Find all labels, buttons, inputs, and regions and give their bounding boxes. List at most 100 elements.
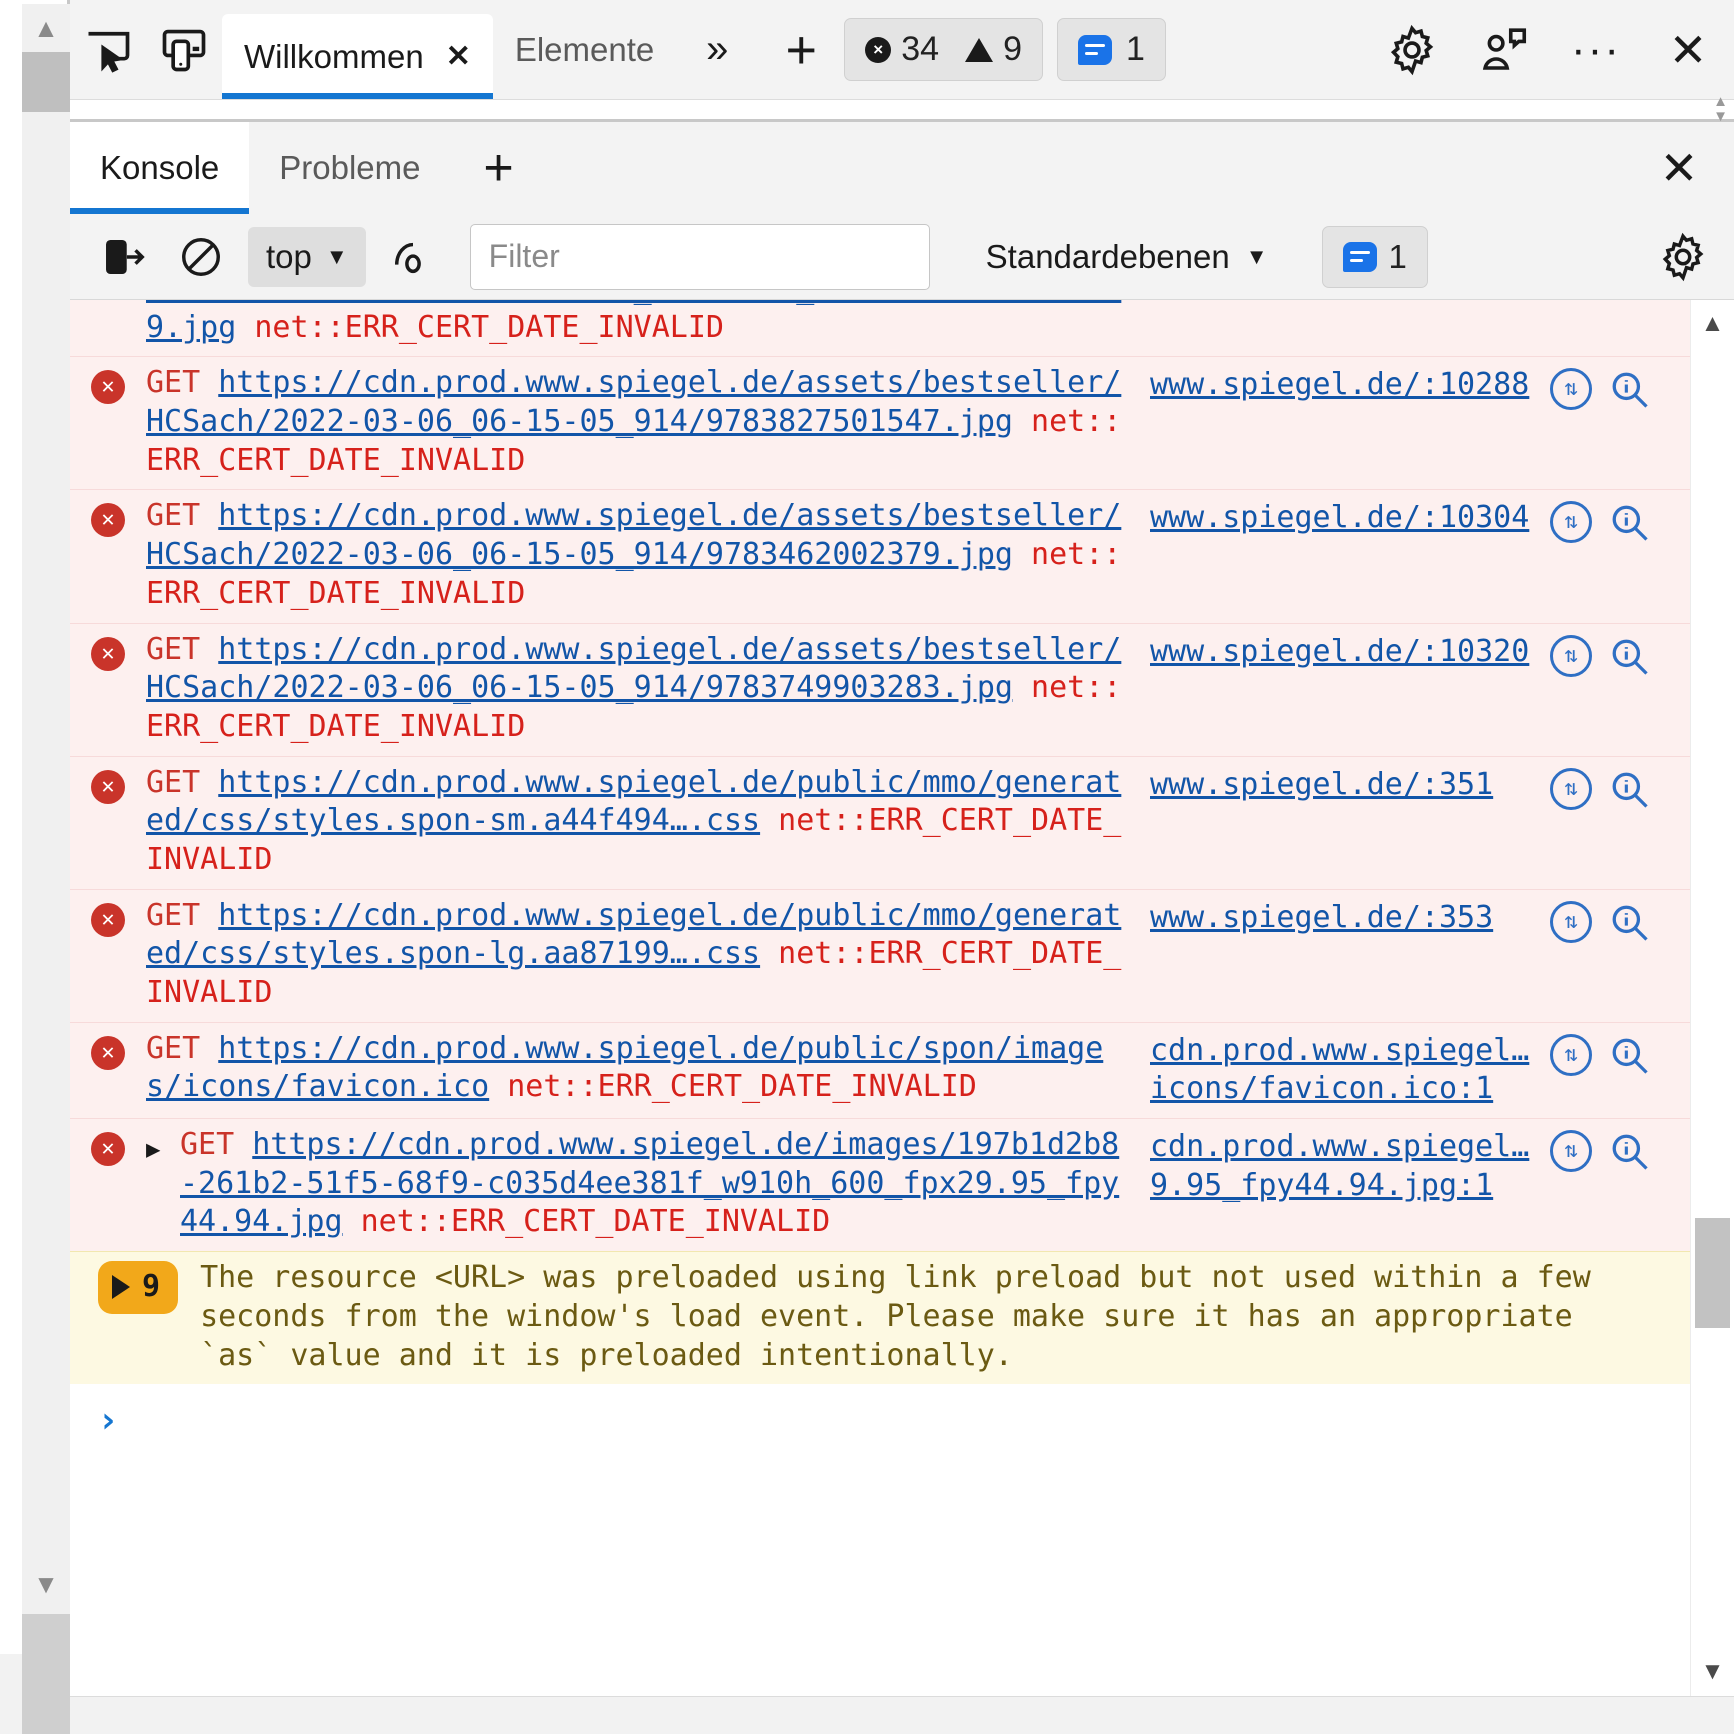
inspect-magnifier-icon[interactable] [1608, 768, 1652, 812]
more-options-icon[interactable]: ··· [1550, 25, 1642, 75]
console-log-scroll[interactable]: estseller/HCSach/2022-03-06_06-15-05_914… [70, 300, 1690, 1696]
network-arrows-icon[interactable]: ⇅ [1550, 368, 1592, 411]
clear-console-icon[interactable] [96, 228, 154, 286]
inspect-magnifier-icon[interactable] [1608, 1130, 1652, 1174]
log-source-link[interactable]: www.spiegel.de/:10320 [1150, 634, 1529, 669]
log-url[interactable]: https://cdn.prod.www.spiegel.de/assets/b… [146, 365, 1121, 439]
message-bubble-icon [1342, 241, 1377, 272]
expand-triangle-icon[interactable]: ▶ [146, 1126, 180, 1165]
page-scroll-down-arrow[interactable]: ▼ [22, 1560, 70, 1608]
no-entry-icon[interactable] [172, 228, 230, 286]
log-level-value: Standardebenen [985, 237, 1230, 275]
log-entry-row[interactable]: ✕ GET https://cdn.prod.www.spiegel.de/pu… [70, 1021, 1690, 1119]
network-arrows-icon[interactable]: ⇅ [1550, 900, 1592, 943]
log-level-selector[interactable]: Standardebenen ▼ [974, 227, 1280, 287]
network-arrows-icon[interactable]: ⇅ [1550, 501, 1592, 544]
log-actions: ⇅ [1550, 764, 1690, 812]
network-arrows-icon[interactable]: ⇅ [1550, 1033, 1592, 1076]
log-url[interactable]: https://cdn.prod.www.spiegel.de/assets/b… [146, 632, 1121, 706]
inspect-magnifier-icon[interactable] [1608, 635, 1652, 679]
context-selector[interactable]: top ▼ [248, 226, 366, 287]
close-devtools-icon[interactable]: ✕ [1642, 23, 1734, 77]
tab-willkommen-close-icon[interactable]: ✕ [446, 41, 471, 72]
close-drawer-icon[interactable]: ✕ [1624, 122, 1734, 214]
separator-scroll-arrows[interactable]: ▲ ▼ [1713, 94, 1728, 124]
more-tabs-chevron-icon[interactable]: » [676, 0, 758, 99]
log-message: GET https://cdn.prod.www.spiegel.de/publ… [146, 764, 1150, 880]
error-icon-slot: ✕ [70, 364, 146, 405]
error-circle-icon: ✕ [91, 902, 125, 937]
console-message-count-badge[interactable]: 1 [1321, 225, 1428, 288]
log-entry-row[interactable]: ✕ GET https://cdn.prod.www.spiegel.de/pu… [70, 755, 1690, 889]
console-scroll-down-arrow[interactable]: ▼ [1691, 1652, 1734, 1692]
page-scrollbar-track[interactable] [22, 4, 70, 1614]
gear-icon[interactable] [1654, 228, 1712, 286]
message-bubble-icon [1078, 34, 1112, 65]
error-icon-slot: ✕ [70, 631, 146, 671]
page-scrollbar-thumb[interactable] [22, 52, 70, 112]
network-arrows-icon[interactable]: ⇅ [1550, 634, 1592, 677]
log-source[interactable]: www.spiegel.de/:353 [1150, 897, 1550, 938]
tab-konsole[interactable]: Konsole [70, 122, 250, 214]
error-icon-slot: ✕ [70, 1126, 146, 1167]
warning-count-group: 9 [965, 30, 1022, 69]
log-source[interactable]: www.spiegel.de/:351 [1150, 764, 1550, 805]
console-scrollbar[interactable]: ▲ ▼ [1690, 300, 1734, 1696]
page-scrollbar-corner [22, 1614, 70, 1734]
log-source[interactable]: cdn.prod.www.spiegel…9.95_fpy44.94.jpg:1 [1150, 1126, 1550, 1205]
inspect-element-icon[interactable] [70, 0, 146, 99]
log-entry-row-expandable[interactable]: ✕ ▶ GET https://cdn.prod.www.spiegel.de/… [70, 1118, 1690, 1252]
log-source[interactable]: cdn.prod.www.spiegel…icons/favicon.ico:1 [1150, 1030, 1550, 1109]
tab-elemente[interactable]: Elemente [493, 0, 676, 99]
log-entry-row[interactable]: ✕ GET https://cdn.prod.www.spiegel.de/as… [70, 356, 1690, 490]
log-entry-clipped[interactable]: estseller/HCSach/2022-03-06_06-15-05_914… [70, 300, 1690, 357]
inspect-magnifier-icon[interactable] [1608, 901, 1652, 945]
inspect-magnifier-icon[interactable] [1608, 501, 1652, 545]
page-scrollbar[interactable]: ▲ ▼ [0, 0, 70, 1734]
error-circle-icon: ✕ [91, 769, 125, 804]
log-entry-warning-group[interactable]: 9 The resource <URL> was preloaded using… [70, 1251, 1690, 1385]
log-method: GET [146, 498, 201, 534]
log-url[interactable]: https://cdn.prod.www.spiegel.de/assets/b… [146, 498, 1121, 572]
log-source[interactable]: www.spiegel.de/:10304 [1150, 497, 1550, 538]
log-source-link[interactable]: www.spiegel.de/:353 [1150, 900, 1493, 935]
log-source-link[interactable]: cdn.prod.www.spiegel…icons/favicon.ico:1 [1150, 1033, 1529, 1107]
log-source-link[interactable]: cdn.prod.www.spiegel…9.95_fpy44.94.jpg:1 [1150, 1129, 1529, 1203]
network-arrows-icon[interactable]: ⇅ [1550, 767, 1592, 810]
inspect-magnifier-icon[interactable] [1608, 368, 1652, 412]
tab-willkommen[interactable]: Willkommen ✕ [222, 14, 493, 99]
page-scroll-up-arrow[interactable]: ▲ [22, 4, 70, 52]
console-scrollbar-thumb[interactable] [1695, 1218, 1730, 1328]
network-arrows-icon[interactable]: ⇅ [1550, 1130, 1592, 1173]
expand-triangle-icon[interactable] [112, 1275, 130, 1300]
log-error-code: net::ERR_CERT_DATE_INVALID [360, 1204, 831, 1240]
add-drawer-tab-button[interactable]: + [451, 122, 547, 214]
inspect-magnifier-icon[interactable] [1608, 1034, 1652, 1078]
log-entry-row[interactable]: ✕ GET https://cdn.prod.www.spiegel.de/as… [70, 489, 1690, 623]
console-prompt-row[interactable]: › [70, 1384, 1690, 1442]
log-entry-row[interactable]: ✕ GET https://cdn.prod.www.spiegel.de/as… [70, 622, 1690, 756]
tab-willkommen-label: Willkommen [244, 37, 424, 75]
log-source[interactable]: www.spiegel.de/:10320 [1150, 631, 1550, 672]
issue-counts-badge[interactable]: × 34 9 [844, 18, 1043, 81]
error-count-group: × 34 [865, 30, 939, 69]
log-source-link[interactable]: www.spiegel.de/:351 [1150, 767, 1493, 802]
device-toolbar-icon[interactable] [146, 0, 222, 99]
message-count-badge[interactable]: 1 [1057, 18, 1166, 81]
warning-group-badge[interactable]: 9 [98, 1261, 179, 1314]
log-method: GET [146, 764, 201, 800]
feedback-person-icon[interactable] [1458, 23, 1550, 77]
live-expression-eye-icon[interactable] [384, 228, 442, 286]
log-message: GET https://cdn.prod.www.spiegel.de/asse… [146, 631, 1150, 747]
log-source[interactable]: www.spiegel.de/:10288 [1150, 364, 1550, 405]
filter-input[interactable]: Filter [469, 223, 930, 290]
console-scroll-up-arrow[interactable]: ▲ [1691, 304, 1734, 344]
gear-icon[interactable] [1366, 23, 1458, 77]
log-message: GET https://cdn.prod.www.spiegel.de/asse… [146, 364, 1150, 480]
tab-probleme[interactable]: Probleme [249, 122, 450, 214]
add-panel-button[interactable]: + [758, 0, 844, 99]
log-source-link[interactable]: www.spiegel.de/:10304 [1150, 500, 1529, 535]
log-source-link[interactable]: www.spiegel.de/:10288 [1150, 367, 1529, 402]
error-icon-slot: ✕ [70, 1030, 146, 1070]
log-entry-row[interactable]: ✕ GET https://cdn.prod.www.spiegel.de/pu… [70, 888, 1690, 1022]
